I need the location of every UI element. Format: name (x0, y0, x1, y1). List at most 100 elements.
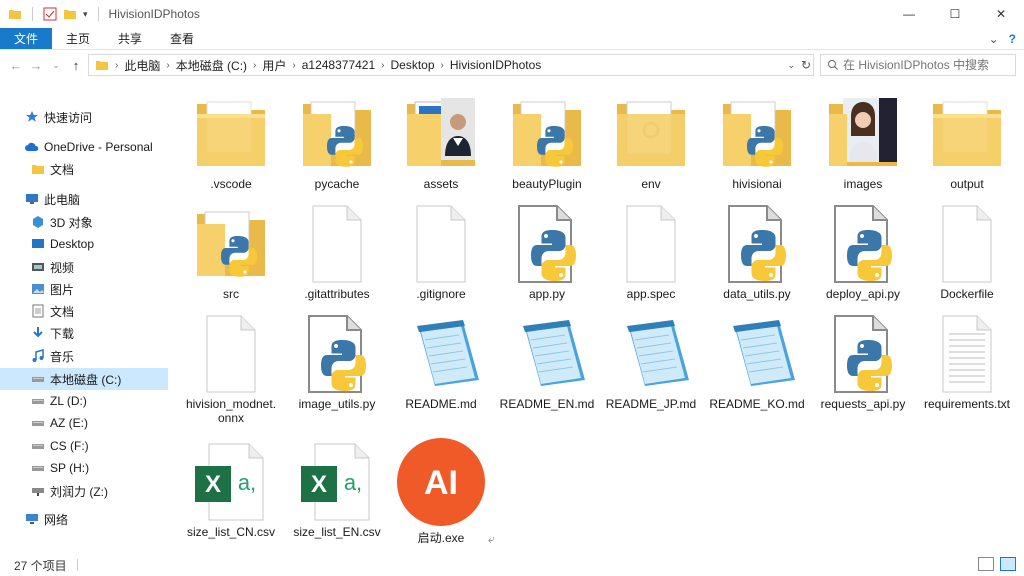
search-box[interactable] (820, 54, 1016, 76)
file-item[interactable]: README.md (390, 314, 492, 411)
maximize-button[interactable]: ☐ (932, 0, 978, 28)
cube-icon (30, 215, 46, 229)
breadcrumb-item[interactable]: a1248377421 (302, 58, 375, 72)
file-item[interactable]: AI 启动.exe (390, 438, 492, 545)
nav-item-label: 刘润力 (Z:) (50, 484, 108, 499)
file-name: requirements.txt (923, 397, 1011, 411)
file-item[interactable]: .gitignore (390, 204, 492, 301)
tab-file[interactable]: 文件 (0, 28, 53, 49)
details-view-button[interactable] (978, 557, 994, 571)
tab-view[interactable]: 查看 (156, 28, 208, 49)
chevron-right-icon[interactable]: › (441, 60, 444, 71)
nav-item[interactable]: 刘润力 (Z:) (0, 480, 168, 502)
address-dropdown-icon[interactable]: ⌄ (787, 60, 795, 71)
title-bar: ▾ HivisionIDPhotos — ☐ ✕ (0, 0, 1024, 28)
file-item[interactable]: README_KO.md (706, 314, 808, 411)
nav-item-label: 文档 (50, 162, 75, 177)
chevron-right-icon[interactable]: › (115, 60, 118, 71)
file-item[interactable]: hivision_modnet.onnx (180, 314, 282, 425)
large-icons-view-button[interactable] (1000, 557, 1016, 571)
chevron-right-icon[interactable]: › (381, 60, 384, 71)
nav-item[interactable]: SP (H:) (0, 457, 168, 479)
nav-item-label: 下载 (50, 326, 75, 341)
file-item[interactable]: hivisionai (706, 94, 808, 191)
nav-item[interactable]: 网络 (0, 508, 168, 530)
drive-icon (30, 372, 46, 386)
file-item[interactable]: requirements.txt (916, 314, 1018, 411)
new-folder-icon[interactable] (63, 8, 77, 20)
up-button[interactable]: ↑ (66, 58, 86, 73)
file-item[interactable]: pycache (286, 94, 388, 191)
nav-item[interactable]: 音乐 (0, 345, 168, 367)
file-item[interactable]: data_utils.py (706, 204, 808, 301)
breadcrumb-item[interactable]: 本地磁盘 (C:) (176, 57, 247, 74)
nav-item-label: AZ (E:) (50, 416, 88, 430)
file-item[interactable]: deploy_api.py (812, 204, 914, 301)
nav-item[interactable]: ZL (D:) (0, 390, 168, 412)
back-button[interactable]: ← (6, 58, 26, 73)
file-item[interactable]: .vscode (180, 94, 282, 191)
app-icon: AI (395, 436, 487, 528)
file-item[interactable]: .gitattributes (286, 204, 388, 301)
minimize-button[interactable]: — (886, 0, 932, 28)
nav-item[interactable]: 本地磁盘 (C:) (0, 368, 168, 390)
file-item[interactable]: images (812, 94, 914, 191)
file-item[interactable]: src (180, 204, 282, 301)
forward-button[interactable]: → (26, 58, 46, 73)
nav-item[interactable]: 快速访问 (0, 106, 168, 128)
breadcrumb-item[interactable]: HivisionIDPhotos (450, 58, 541, 72)
chevron-right-icon[interactable]: › (166, 60, 169, 71)
toolbar-separator (97, 7, 99, 21)
folder-icon (191, 204, 271, 284)
breadcrumb-item[interactable]: Desktop (391, 58, 435, 72)
file-item[interactable]: output (916, 94, 1018, 191)
file-item[interactable]: env (600, 94, 702, 191)
tab-share[interactable]: 共享 (104, 28, 156, 49)
nav-item[interactable]: 文档 (0, 158, 168, 180)
file-item[interactable]: X a, size_list_EN.csv (286, 442, 388, 539)
nav-item-label: 网络 (44, 512, 69, 527)
status-bar: 27 个项目 (0, 554, 1024, 576)
folder-icon (191, 94, 271, 174)
file-icon (401, 204, 481, 284)
file-item[interactable]: README_EN.md (496, 314, 598, 411)
close-button[interactable]: ✕ (978, 0, 1024, 28)
help-icon[interactable]: ? (1009, 32, 1016, 46)
file-item[interactable]: image_utils.py (286, 314, 388, 411)
ribbon-tabs: 文件 主页 共享 查看 ⌄ ? (0, 28, 1024, 50)
refresh-icon[interactable]: ↻ (801, 58, 811, 72)
file-item[interactable]: README_JP.md (600, 314, 702, 411)
customize-toolbar-icon[interactable]: ▾ (83, 9, 88, 20)
breadcrumb-item[interactable]: 用户 (262, 57, 286, 74)
search-input[interactable] (843, 58, 1013, 72)
file-item[interactable]: app.py (496, 204, 598, 301)
file-item[interactable]: Dockerfile (916, 204, 1018, 301)
file-name: images (843, 177, 883, 191)
nav-item[interactable]: CS (F:) (0, 435, 168, 457)
file-item[interactable]: beautyPlugin (496, 94, 598, 191)
mouse-cursor-icon: ⤶ (488, 532, 495, 546)
svg-text:AI: AI (424, 464, 458, 502)
view-buttons (978, 557, 1016, 571)
properties-icon[interactable] (43, 7, 57, 21)
file-item[interactable]: app.spec (600, 204, 702, 301)
chevron-right-icon[interactable]: › (292, 60, 295, 71)
nav-item[interactable]: OneDrive - Personal (0, 136, 168, 158)
nav-item[interactable]: 3D 对象 (0, 211, 168, 233)
nav-item[interactable]: 视频 (0, 256, 168, 278)
file-item[interactable]: requests_api.py (812, 314, 914, 411)
chevron-right-icon[interactable]: › (253, 60, 256, 71)
nav-item[interactable]: 文档 (0, 300, 168, 322)
recent-locations-icon[interactable]: ⌄ (46, 60, 66, 71)
nav-item[interactable]: AZ (E:) (0, 412, 168, 434)
breadcrumb-item[interactable]: 此电脑 (124, 57, 160, 74)
tab-home[interactable]: 主页 (52, 28, 104, 49)
nav-item[interactable]: 此电脑 (0, 188, 168, 210)
nav-item[interactable]: Desktop (0, 233, 168, 255)
file-item[interactable]: assets (390, 94, 492, 191)
expand-ribbon-icon[interactable]: ⌄ (989, 32, 999, 46)
file-item[interactable]: X a, size_list_CN.csv (180, 442, 282, 539)
nav-item[interactable]: 下载 (0, 322, 168, 344)
nav-item[interactable]: 图片 (0, 278, 168, 300)
address-bar[interactable]: › 此电脑 › 本地磁盘 (C:) › 用户 › a1248377421 › D… (88, 54, 814, 76)
